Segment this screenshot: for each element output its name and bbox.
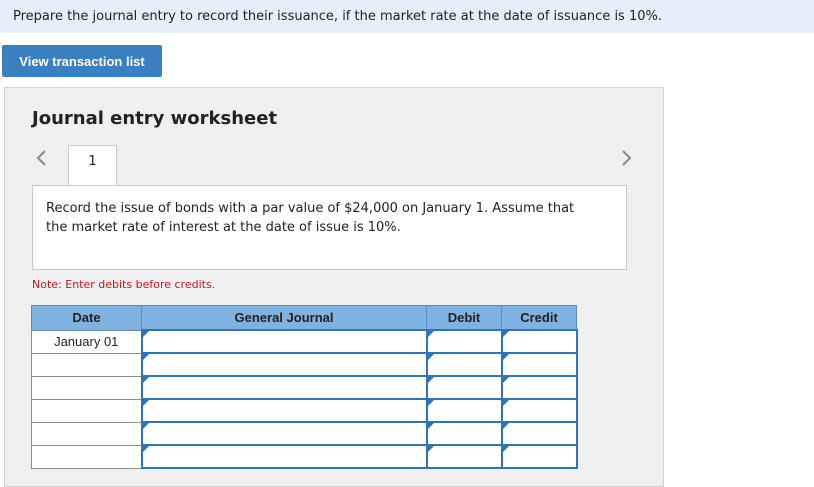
dropdown-marker-icon	[427, 400, 434, 406]
dropdown-marker-icon	[427, 423, 434, 429]
table-row	[31, 375, 578, 400]
debit-input[interactable]	[425, 375, 503, 400]
debit-input[interactable]	[425, 444, 503, 469]
table-row	[31, 352, 578, 377]
dropdown-marker-icon	[502, 331, 509, 337]
dropdown-marker-icon	[142, 423, 149, 429]
entry-description: Record the issue of bonds with a par val…	[46, 201, 575, 235]
dropdown-marker-icon	[142, 377, 149, 383]
table-header-row: Date General Journal Debit Credit	[31, 305, 577, 331]
debit-input[interactable]	[425, 398, 503, 423]
table-row	[31, 398, 578, 423]
credit-input[interactable]	[500, 329, 578, 354]
entry-description-box: Record the issue of bonds with a par val…	[32, 185, 627, 270]
date-cell	[31, 352, 142, 377]
date-cell	[31, 421, 142, 446]
account-input[interactable]	[140, 444, 428, 469]
worksheet-title: Journal entry worksheet	[32, 108, 278, 129]
credit-input[interactable]	[500, 444, 578, 469]
account-input[interactable]	[140, 375, 428, 400]
date-cell	[31, 444, 142, 469]
dropdown-marker-icon	[502, 423, 509, 429]
dropdown-marker-icon	[502, 354, 509, 360]
account-input[interactable]	[140, 329, 428, 354]
debit-input[interactable]	[425, 352, 503, 377]
header-credit: Credit	[501, 305, 577, 331]
table-row	[31, 421, 578, 446]
journal-entry-worksheet: Journal entry worksheet 1 Record the iss…	[4, 87, 664, 487]
dropdown-marker-icon	[142, 354, 149, 360]
debit-input[interactable]	[425, 329, 503, 354]
header-general-journal: General Journal	[141, 305, 427, 331]
header-debit: Debit	[426, 305, 502, 331]
view-transaction-list-button[interactable]: View transaction list	[2, 45, 162, 77]
tab-label: 1	[88, 154, 97, 169]
date-cell	[31, 375, 142, 400]
tab-1[interactable]: 1	[68, 145, 117, 186]
account-input[interactable]	[140, 398, 428, 423]
header-date: Date	[31, 305, 142, 331]
dropdown-marker-icon	[142, 400, 149, 406]
debit-input[interactable]	[425, 421, 503, 446]
credit-input[interactable]	[500, 352, 578, 377]
account-input[interactable]	[140, 352, 428, 377]
dropdown-marker-icon	[502, 377, 509, 383]
account-input[interactable]	[140, 421, 428, 446]
dropdown-marker-icon	[502, 400, 509, 406]
dropdown-marker-icon	[502, 446, 509, 452]
dropdown-marker-icon	[427, 377, 434, 383]
date-cell	[31, 398, 142, 423]
table-row: January 01	[31, 329, 578, 354]
date-cell: January 01	[31, 329, 142, 354]
dropdown-marker-icon	[427, 331, 434, 337]
journal-table: Date General Journal Debit Credit Januar…	[31, 305, 578, 469]
chevron-right-icon[interactable]	[620, 148, 634, 168]
chevron-left-icon[interactable]	[34, 148, 48, 168]
dropdown-marker-icon	[427, 446, 434, 452]
table-row	[31, 444, 578, 469]
credit-input[interactable]	[500, 375, 578, 400]
dropdown-marker-icon	[142, 446, 149, 452]
credit-input[interactable]	[500, 398, 578, 423]
note-text: Note: Enter debits before credits.	[32, 278, 216, 291]
credit-input[interactable]	[500, 421, 578, 446]
prompt-text: Prepare the journal entry to record thei…	[13, 9, 662, 24]
dropdown-marker-icon	[427, 354, 434, 360]
prompt-bar: Prepare the journal entry to record thei…	[0, 0, 814, 33]
dropdown-marker-icon	[142, 331, 149, 337]
